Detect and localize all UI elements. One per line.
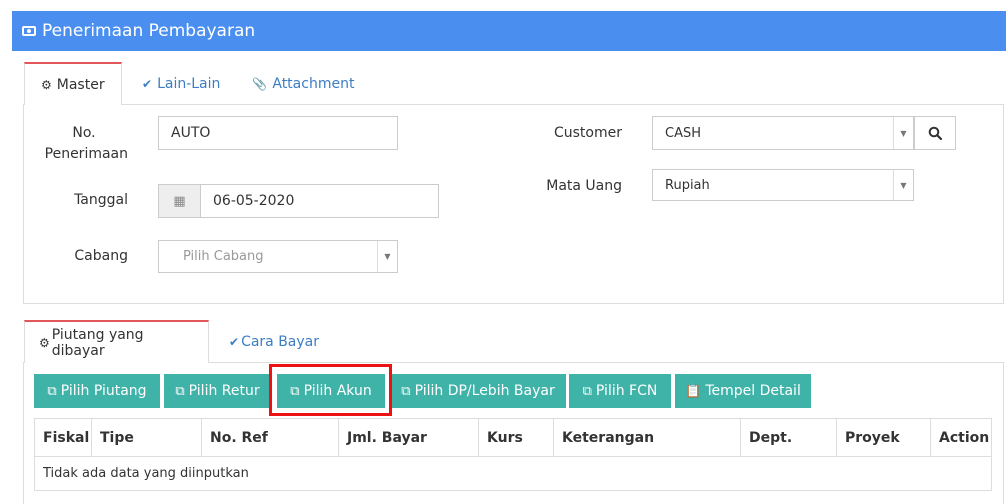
customer-select[interactable]: CASH ▼ — [652, 116, 914, 150]
customer-label: Customer — [553, 125, 622, 141]
chevron-down-icon: ▼ — [893, 170, 913, 200]
mata-uang-select[interactable]: Rupiah ▼ — [652, 169, 914, 201]
pilih-dp-lebih-bayar-button[interactable]: ⧉ Pilih DP/Lebih Bayar — [390, 374, 566, 408]
column-header: Action — [930, 418, 992, 457]
tanggal-input[interactable]: ▦ 06-05-2020 — [158, 184, 439, 218]
tab-piutang-yang-dibayar[interactable]: ⚙ Piutang yang dibayar — [24, 320, 209, 363]
page-title: Penerimaan Pembayaran — [42, 21, 256, 41]
copy-icon: ⧉ — [47, 383, 57, 399]
copy-icon: ⧉ — [401, 383, 411, 399]
calendar-icon[interactable]: ▦ — [159, 185, 201, 217]
cogs-icon: ⚙ — [41, 77, 52, 92]
check-circle-icon: ✔ — [229, 334, 240, 349]
pilih-retur-button[interactable]: ⧉ Pilih Retur — [164, 374, 271, 408]
chevron-down-icon: ▼ — [893, 117, 913, 149]
detail-table: Fiskal Tipe No. Ref Jml. Bayar Kurs Kete… — [34, 418, 992, 491]
cabang-select[interactable]: Pilih Cabang ▼ — [158, 240, 398, 273]
tab-cara-bayar[interactable]: ✔ Cara Bayar — [209, 320, 335, 363]
master-tabs: ⚙ Master ✔ Lain-Lain 📎 Attachment — [24, 62, 370, 105]
copy-icon: ⧉ — [175, 383, 185, 399]
mata-uang-label: Mata Uang — [546, 178, 622, 194]
paperclip-icon: 📎 — [252, 76, 268, 91]
column-header: Tipe — [91, 418, 202, 457]
column-header: No. Ref — [201, 418, 339, 457]
search-icon — [928, 126, 942, 140]
highlight-box — [269, 364, 392, 416]
check-circle-icon: ✔ — [142, 76, 153, 91]
page-header: Penerimaan Pembayaran — [12, 11, 1006, 51]
column-header: Keterangan — [553, 418, 741, 457]
tempel-detail-button[interactable]: 📋 Tempel Detail — [675, 374, 811, 408]
table-row: Tidak ada data yang diinputkan — [34, 456, 992, 491]
paste-icon: 📋 — [685, 383, 702, 399]
detail-tabs: ⚙ Piutang yang dibayar ✔ Cara Bayar — [24, 320, 335, 363]
column-header: Fiskal — [34, 418, 92, 457]
tab-master[interactable]: ⚙ Master — [24, 62, 122, 105]
cabang-label: Cabang — [74, 248, 128, 264]
customer-search-button[interactable] — [914, 116, 956, 150]
no-penerimaan-label: No. Penerimaan — [44, 125, 128, 162]
empty-message: Tidak ada data yang diinputkan — [34, 456, 992, 491]
column-header: Dept. — [740, 418, 837, 457]
tanggal-label: Tanggal — [74, 192, 128, 208]
column-header: Proyek — [836, 418, 931, 457]
pilih-fcn-button[interactable]: ⧉ Pilih FCN — [569, 374, 671, 408]
chevron-down-icon: ▼ — [377, 241, 397, 272]
copy-icon: ⧉ — [582, 383, 592, 399]
tab-lain-lain[interactable]: ✔ Lain-Lain — [122, 62, 236, 105]
no-penerimaan-input[interactable]: AUTO — [158, 116, 398, 150]
column-header: Jml. Bayar — [338, 418, 479, 457]
table-header-row: Fiskal Tipe No. Ref Jml. Bayar Kurs Kete… — [34, 418, 992, 457]
tab-attachment[interactable]: 📎 Attachment — [236, 62, 370, 105]
column-header: Kurs — [478, 418, 554, 457]
money-icon — [22, 26, 36, 36]
cogs-icon: ⚙ — [39, 335, 50, 350]
pilih-piutang-button[interactable]: ⧉ Pilih Piutang — [34, 374, 160, 408]
